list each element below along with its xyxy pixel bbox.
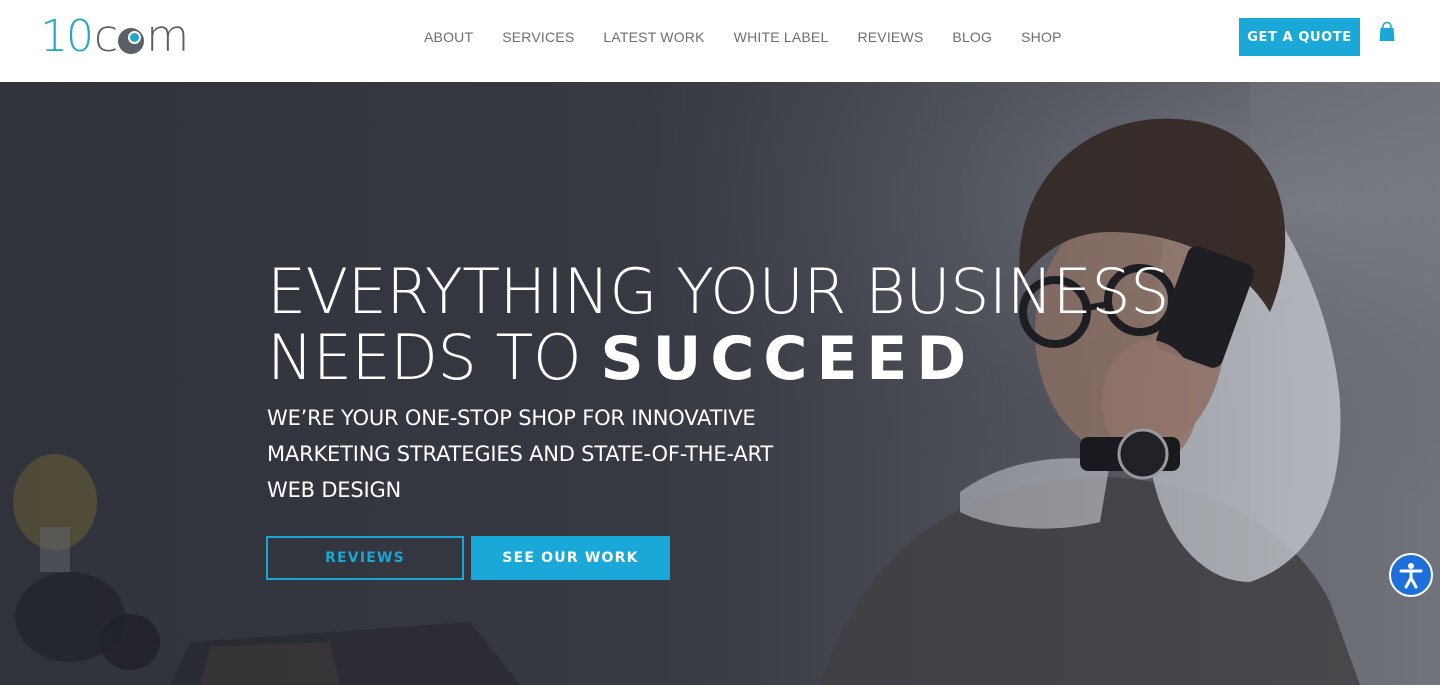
accessibility-icon (1399, 563, 1423, 589)
logo-dot-icon (118, 28, 145, 54)
accessibility-button[interactable] (1389, 553, 1433, 597)
site-logo[interactable]: 10 c m (40, 11, 189, 62)
shopping-bag-icon[interactable] (1379, 22, 1395, 42)
get-a-quote-button[interactable]: GET A QUOTE (1239, 18, 1360, 56)
nav-item-white-label[interactable]: WHITE LABEL (734, 27, 829, 47)
headline-line-2-prefix: NEEDS TO (267, 321, 582, 394)
headline-emphasis: SUCCEED (600, 324, 976, 394)
logo-text-c: c (94, 11, 118, 62)
nav-item-blog[interactable]: BLOG (952, 27, 992, 47)
logo-text-m: m (146, 11, 189, 62)
hero-subtext: WE’RE YOUR ONE-STOP SHOP FOR INNOVATIVE … (267, 406, 774, 502)
logo-text-10: 10 (40, 11, 94, 62)
headline-line-1: EVERYTHING YOUR BUSINESS (267, 255, 1170, 328)
site-header: 10 c m ABOUT SERVICES LATEST WORK WHITE … (0, 0, 1440, 82)
nav-item-services[interactable]: SERVICES (502, 27, 574, 47)
see-our-work-button[interactable]: SEE OUR WORK (471, 536, 670, 580)
reviews-button[interactable]: REVIEWS (266, 536, 464, 580)
hero-headline: EVERYTHING YOUR BUSINESS NEEDS TO SUCCEE… (267, 259, 1187, 394)
nav-item-shop[interactable]: SHOP (1021, 27, 1061, 47)
nav-item-about[interactable]: ABOUT (424, 27, 473, 47)
nav-item-reviews[interactable]: REVIEWS (857, 27, 923, 47)
hero-section: EVERYTHING YOUR BUSINESS NEEDS TO SUCCEE… (0, 82, 1440, 685)
main-nav: ABOUT SERVICES LATEST WORK WHITE LABEL R… (424, 27, 1091, 47)
nav-item-latest-work[interactable]: LATEST WORK (603, 27, 704, 47)
